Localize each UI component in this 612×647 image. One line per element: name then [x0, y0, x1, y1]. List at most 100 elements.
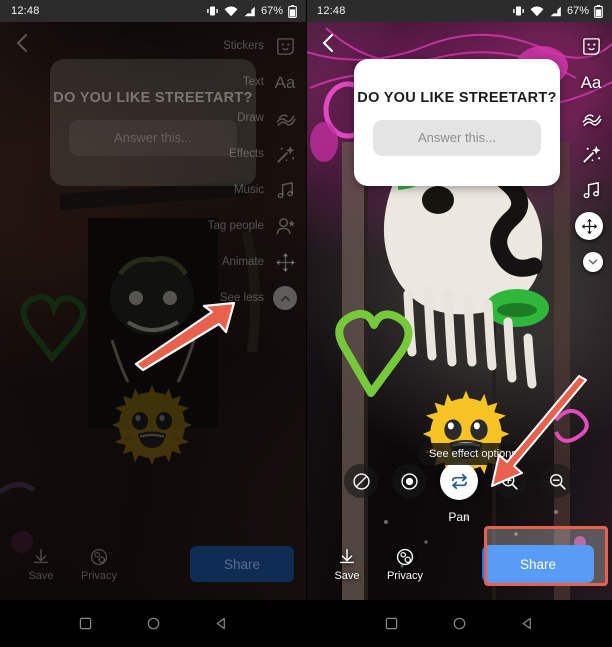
status-time: 12:48 [317, 5, 346, 17]
story-canvas-right[interactable]: DO YOU LIKE STREETART? Answer this... Aa [306, 22, 612, 600]
tool-draw[interactable]: Draw [208, 100, 306, 136]
signal-icon [244, 6, 255, 16]
story-canvas-left[interactable]: DO YOU LIKE STREETART? Answer this... St… [0, 22, 306, 600]
tool-text[interactable]: Aa [575, 64, 612, 100]
sticker-face-icon [273, 34, 297, 58]
home-button[interactable] [452, 616, 467, 631]
tool-tag-people[interactable]: Tag people [208, 208, 306, 244]
tool-effects[interactable]: Effects [208, 136, 306, 172]
effect-options-row [306, 462, 612, 500]
privacy-gear-icon [394, 546, 416, 568]
triangle-left-icon [522, 617, 531, 630]
draw-squiggle-icon [273, 106, 297, 130]
back-button-left[interactable] [10, 30, 36, 56]
music-note-icon [273, 178, 297, 202]
tool-see-less[interactable] [575, 244, 612, 280]
effect-options-tooltip: See effect options [418, 443, 528, 465]
share-highlight-box [484, 526, 608, 586]
wifi-icon [224, 6, 238, 16]
right-panel-story-editor: 12:48 67% DO YOU LIKE STREETART? Answer … [306, 0, 612, 647]
tool-label: See less [219, 292, 264, 304]
nav-group-left [0, 600, 306, 647]
zoom-out-icon [549, 473, 566, 490]
status-bar-right: 12:48 67% [306, 0, 612, 22]
animate-arrows-icon [575, 212, 603, 240]
effect-selected-label: Pan [448, 510, 470, 524]
privacy-button-left[interactable]: Privacy [70, 546, 128, 582]
recents-button[interactable] [78, 616, 93, 631]
save-label: Save [28, 570, 54, 582]
tool-animate[interactable]: Animate [208, 244, 306, 280]
square-icon [385, 617, 397, 630]
privacy-button-right[interactable]: Privacy [376, 546, 434, 582]
sticker-face-icon [579, 34, 603, 58]
bottom-action-bar-left: Save Privacy Share [0, 534, 306, 594]
circle-icon [147, 617, 159, 630]
home-button[interactable] [146, 616, 161, 631]
recents-button[interactable] [384, 616, 399, 631]
tool-stickers[interactable] [575, 28, 612, 64]
music-note-icon [579, 178, 603, 202]
tool-label: Stickers [223, 40, 264, 52]
tool-label: Tag people [207, 220, 264, 232]
battery-icon [288, 4, 297, 18]
tool-draw[interactable] [575, 100, 612, 136]
battery-icon [594, 4, 603, 18]
share-button-left[interactable]: Share [190, 546, 294, 582]
privacy-gear-icon [88, 546, 110, 568]
panel-divider [306, 0, 307, 600]
status-time: 12:48 [11, 5, 40, 17]
animate-arrows-icon [273, 250, 297, 274]
back-button[interactable] [520, 616, 535, 631]
chevron-up-icon [273, 286, 297, 310]
dual-screenshot-comparison: 12:48 67% DO YOU LIKE STREETART? Answer … [0, 0, 612, 647]
triangle-left-icon [216, 617, 225, 630]
save-button-left[interactable]: Save [12, 546, 70, 582]
pan-effect-button[interactable] [440, 462, 478, 500]
android-navigation-bar [0, 600, 612, 647]
tool-effects[interactable] [575, 136, 612, 172]
zoom-in-icon [501, 473, 518, 490]
tool-see-less[interactable]: See less [208, 280, 306, 316]
text-aa-icon: Aa [580, 72, 602, 92]
chevron-down-icon [583, 252, 603, 272]
left-panel-story-editor: 12:48 67% DO YOU LIKE STREETART? Answer … [0, 0, 306, 647]
none-effect-button[interactable] [344, 464, 378, 498]
text-aa-icon: Aa [274, 72, 296, 92]
zoom-out-effect-button[interactable] [540, 464, 574, 498]
tool-label: Text [242, 76, 264, 88]
vibrate-icon [513, 6, 524, 16]
tool-label: Music [233, 184, 264, 196]
signal-icon [550, 6, 561, 16]
back-button-right[interactable] [316, 30, 342, 56]
save-button-right[interactable]: Save [318, 546, 376, 582]
tag-person-icon [273, 214, 297, 238]
sun-emoji-icon [112, 385, 192, 465]
battery-percent: 67% [566, 5, 589, 17]
status-bar-left: 12:48 67% [0, 0, 306, 22]
privacy-label: Privacy [386, 570, 424, 582]
answer-input-placeholder[interactable]: Answer this... [372, 119, 542, 156]
save-download-icon [30, 546, 52, 568]
focus-dot-icon [400, 472, 418, 490]
no-effect-slash-icon [352, 472, 370, 490]
tool-text[interactable]: Text Aa [208, 64, 306, 100]
tool-animate[interactable] [575, 208, 612, 244]
question-sticker-card-right[interactable]: DO YOU LIKE STREETART? Answer this... [354, 59, 560, 186]
battery-percent: 67% [260, 5, 283, 17]
tool-stickers[interactable]: Stickers [208, 28, 306, 64]
zoom-in-effect-button[interactable] [492, 464, 526, 498]
back-button[interactable] [214, 616, 229, 631]
focus-effect-button[interactable] [392, 464, 426, 498]
tool-label: Effects [229, 148, 264, 160]
tool-rail-left: Stickers Text Aa Draw Effects Music Tag … [208, 28, 306, 316]
back-chevron-icon [16, 34, 27, 52]
tool-label: Draw [237, 112, 264, 124]
tool-music[interactable]: Music [208, 172, 306, 208]
save-download-icon [336, 546, 358, 568]
tool-music[interactable] [575, 172, 612, 208]
wifi-icon [530, 6, 544, 16]
sun-emoji-sticker-left[interactable] [104, 377, 200, 473]
back-chevron-icon [322, 34, 333, 52]
tool-rail-right: Aa [575, 28, 612, 280]
